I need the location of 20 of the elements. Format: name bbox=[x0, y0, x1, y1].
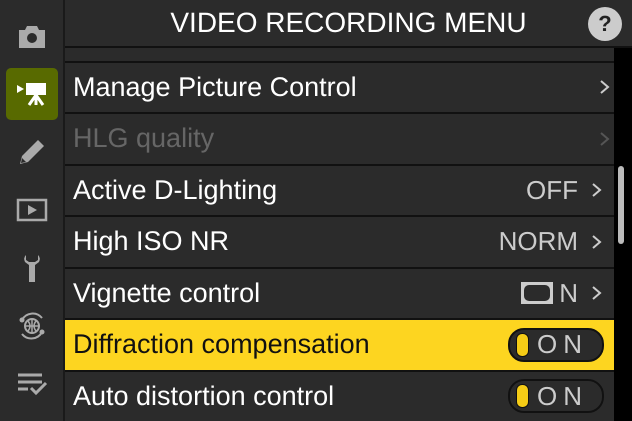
toggle-switch[interactable]: ON bbox=[508, 328, 604, 362]
setting-value: OFF bbox=[526, 174, 578, 206]
menu-row[interactable]: Active D-Lighting OFF bbox=[65, 166, 614, 215]
menu-label: Manage Picture Control bbox=[73, 72, 357, 103]
help-button[interactable]: ? bbox=[588, 7, 622, 41]
menu-label: HLG quality bbox=[73, 123, 214, 154]
menu-row[interactable]: Auto distortion control ON bbox=[65, 372, 614, 421]
setting-value: N bbox=[559, 278, 578, 309]
menu-label: Diffraction compensation bbox=[73, 329, 370, 360]
menu-row[interactable]: Manage Picture Control bbox=[65, 62, 614, 112]
menu-row[interactable]: Diffraction compensation ON bbox=[65, 320, 614, 370]
toggle-switch[interactable]: ON bbox=[508, 379, 604, 414]
setting-value: NORM bbox=[498, 226, 578, 258]
menu-label: Active D-Lighting bbox=[73, 174, 278, 206]
menu-title: VIDEO RECORDING MENU bbox=[170, 6, 527, 39]
menu-label: Vignette control bbox=[73, 278, 260, 309]
menu-row[interactable]: Vignette control N bbox=[65, 268, 614, 318]
menu-label: Auto distortion control bbox=[73, 380, 334, 412]
menu-label: High ISO NR bbox=[73, 226, 230, 258]
menu-row[interactable]: High ISO NR NORM bbox=[65, 217, 614, 266]
